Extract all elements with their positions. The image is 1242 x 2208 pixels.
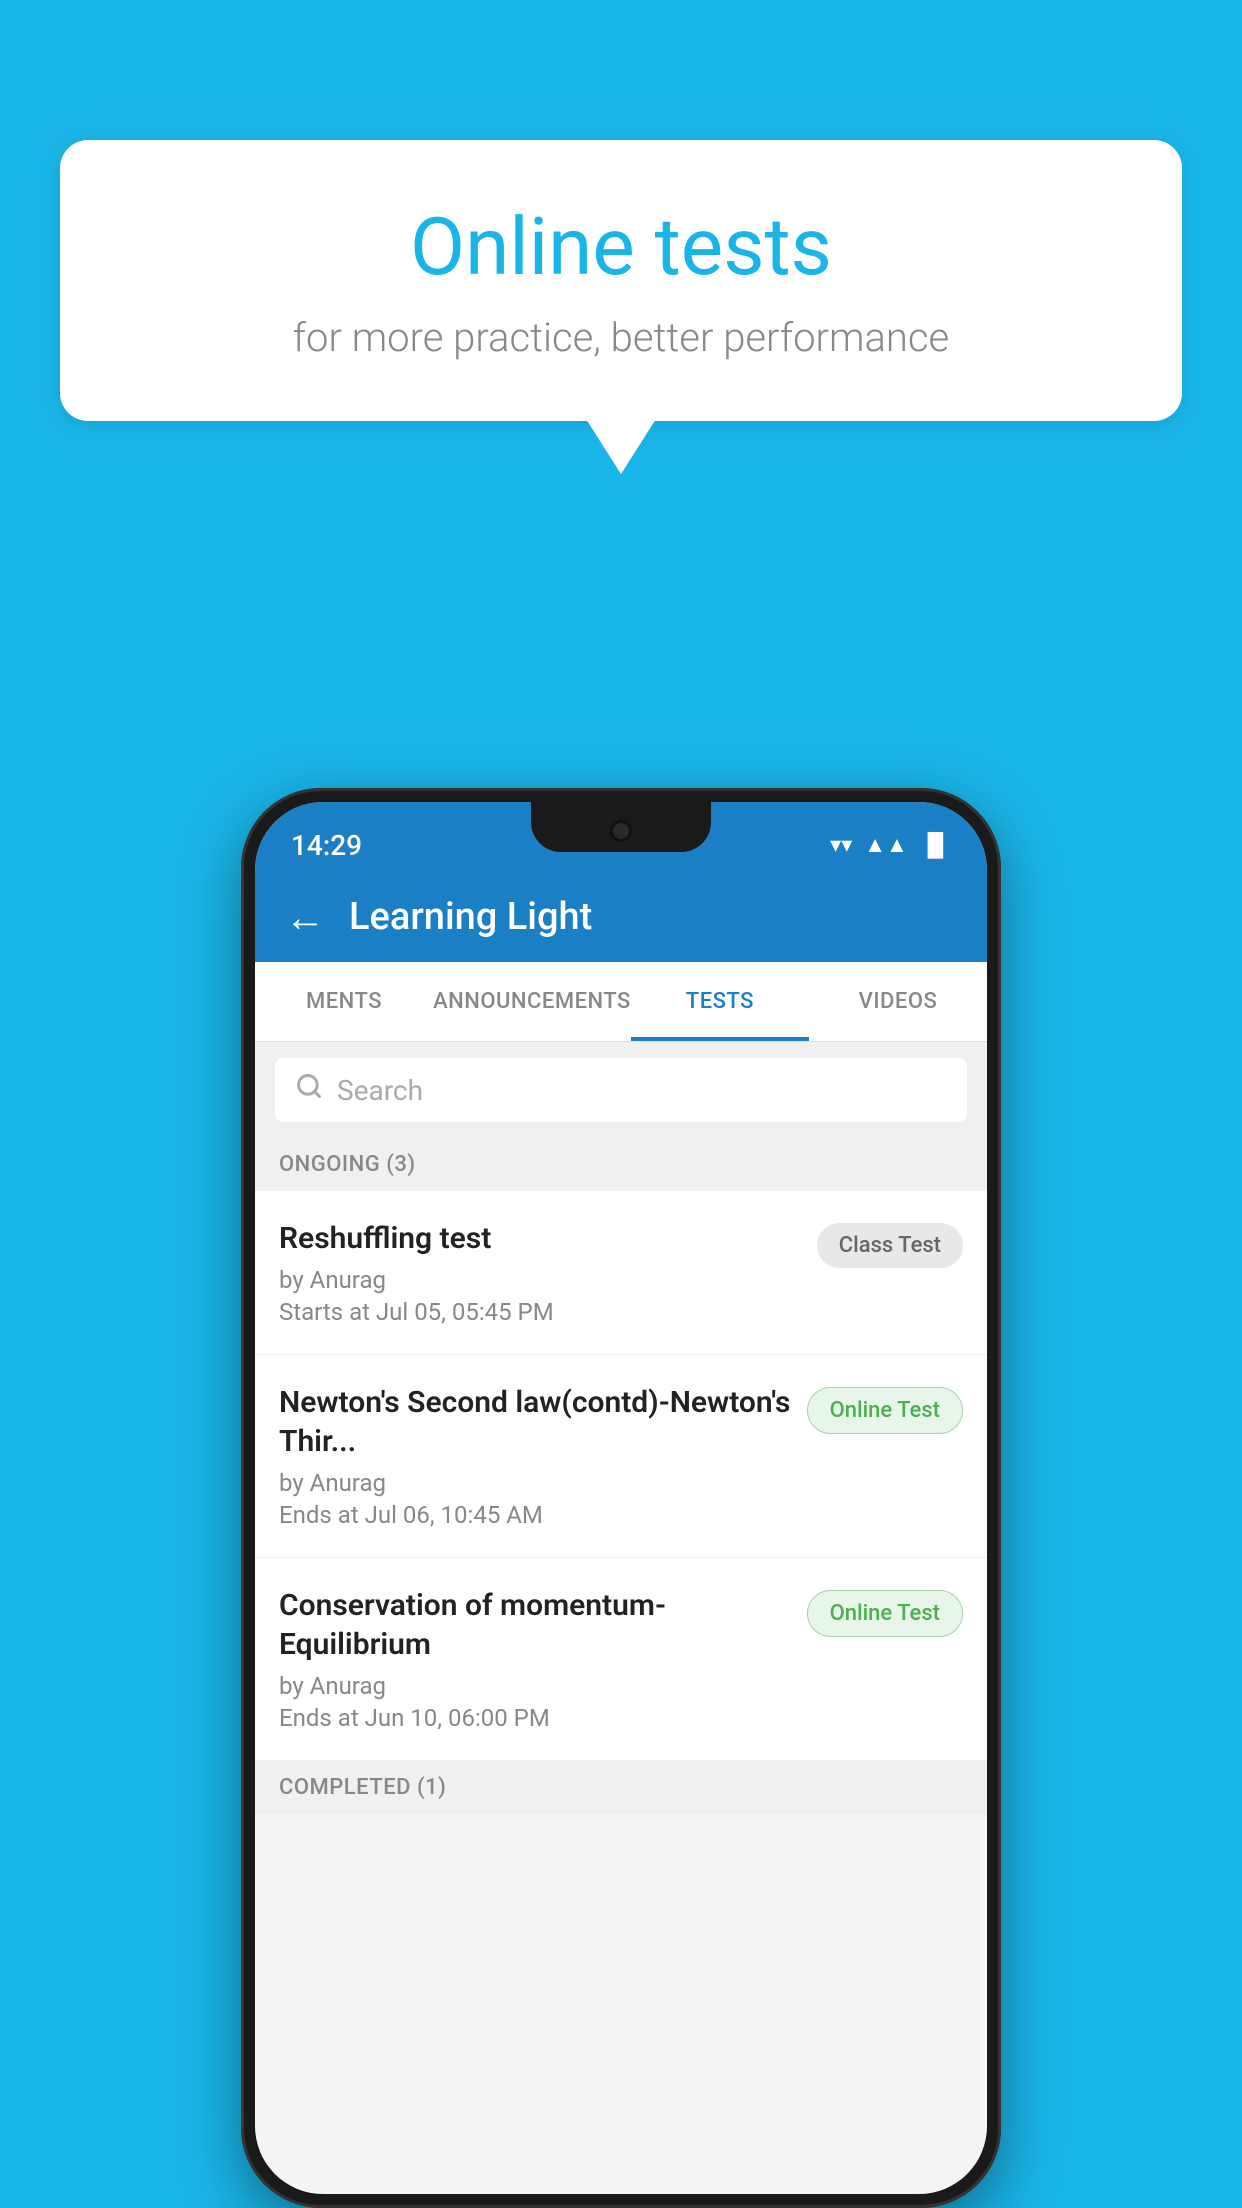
tab-videos[interactable]: VIDEOS (809, 962, 987, 1041)
test-time: Ends at Jun 10, 06:00 PM (279, 1704, 791, 1732)
test-by: by Anurag (279, 1266, 801, 1294)
test-time: Starts at Jul 05, 05:45 PM (279, 1298, 801, 1326)
tab-announcements[interactable]: ANNOUNCEMENTS (433, 962, 631, 1041)
phone-camera (610, 820, 632, 842)
back-button[interactable]: ← (285, 894, 325, 941)
search-placeholder: Search (337, 1074, 423, 1107)
ongoing-section-header: ONGOING (3) (255, 1138, 987, 1191)
test-name: Newton's Second law(contd)-Newton's Thir… (279, 1383, 791, 1461)
tab-ments[interactable]: MENTS (255, 962, 433, 1041)
test-badge-class: Class Test (817, 1223, 963, 1268)
status-time: 14:29 (291, 829, 362, 862)
test-name: Conservation of momentum-Equilibrium (279, 1586, 791, 1664)
search-container: Search (255, 1042, 987, 1138)
test-item[interactable]: Conservation of momentum-Equilibrium by … (255, 1558, 987, 1761)
speech-bubble-container: Online tests for more practice, better p… (60, 140, 1182, 474)
test-item[interactable]: Newton's Second law(contd)-Newton's Thir… (255, 1355, 987, 1558)
test-info: Conservation of momentum-Equilibrium by … (279, 1586, 791, 1732)
tabs-container: MENTS ANNOUNCEMENTS TESTS VIDEOS (255, 962, 987, 1042)
test-info: Newton's Second law(contd)-Newton's Thir… (279, 1383, 791, 1529)
signal-icon: ▲▲ (864, 832, 908, 858)
status-icons: ▾▾ ▲▲ ▐▌ (830, 832, 951, 858)
speech-bubble: Online tests for more practice, better p… (60, 140, 1182, 421)
test-time: Ends at Jul 06, 10:45 AM (279, 1501, 791, 1529)
battery-icon: ▐▌ (920, 832, 951, 858)
test-by: by Anurag (279, 1469, 791, 1497)
phone-screen: 14:29 ▾▾ ▲▲ ▐▌ ← Learning Light MENTS AN… (255, 802, 987, 2194)
completed-section-header: COMPLETED (1) (255, 1761, 987, 1814)
speech-bubble-subtitle: for more practice, better performance (140, 314, 1102, 361)
test-name: Reshuffling test (279, 1219, 801, 1258)
search-box[interactable]: Search (275, 1058, 967, 1122)
phone-outer: 14:29 ▾▾ ▲▲ ▐▌ ← Learning Light MENTS AN… (241, 788, 1001, 2208)
test-by: by Anurag (279, 1672, 791, 1700)
phone-mockup: 14:29 ▾▾ ▲▲ ▐▌ ← Learning Light MENTS AN… (241, 788, 1001, 2208)
test-info: Reshuffling test by Anurag Starts at Jul… (279, 1219, 801, 1326)
phone-notch (531, 802, 711, 852)
test-item[interactable]: Reshuffling test by Anurag Starts at Jul… (255, 1191, 987, 1355)
search-icon (295, 1072, 323, 1108)
app-header-title: Learning Light (349, 895, 592, 939)
tab-tests[interactable]: TESTS (631, 962, 809, 1041)
app-header: ← Learning Light (255, 872, 987, 962)
test-list: Reshuffling test by Anurag Starts at Jul… (255, 1191, 987, 1761)
speech-bubble-tail (586, 419, 656, 474)
test-badge-online: Online Test (807, 1387, 963, 1434)
test-badge-online-2: Online Test (807, 1590, 963, 1637)
wifi-icon: ▾▾ (830, 833, 852, 858)
speech-bubble-title: Online tests (140, 200, 1102, 294)
